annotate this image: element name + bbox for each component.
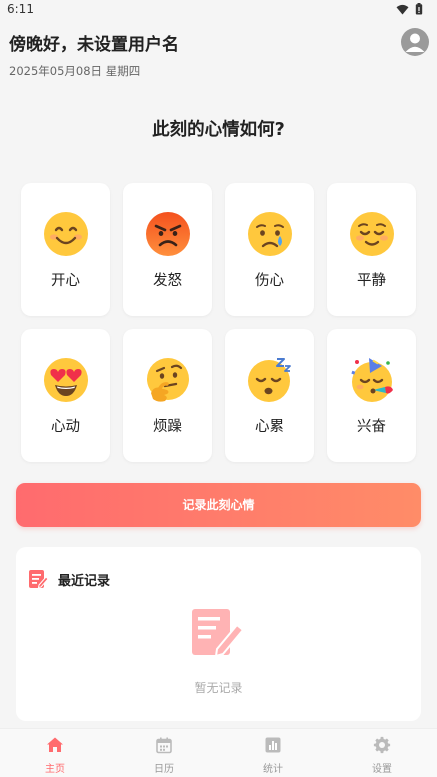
smiling-face-icon	[44, 212, 88, 256]
mood-card-happy[interactable]: 开心	[21, 183, 110, 316]
mood-label: 平静	[357, 273, 386, 289]
mood-card-excited[interactable]: 兴奋	[327, 329, 416, 462]
mood-question: 此刻的心情如何?	[152, 120, 285, 140]
mood-card-crush[interactable]: 心动	[21, 329, 110, 462]
mood-label: 伤心	[255, 273, 284, 289]
sleepy-face-icon	[248, 358, 291, 402]
mood-card-calm[interactable]: 平静	[327, 183, 416, 316]
mood-label: 兴奋	[357, 419, 386, 435]
user-icon	[405, 33, 425, 52]
party-face-icon	[351, 358, 393, 402]
recent-records-card: 最近记录 暂无记录	[16, 547, 421, 721]
status-icons	[396, 3, 423, 15]
home-icon	[47, 737, 63, 752]
wifi-icon	[396, 4, 409, 14]
mood-label: 心动	[51, 419, 80, 435]
thinking-face-icon	[147, 358, 189, 402]
battery-icon	[415, 3, 423, 15]
mood-label: 心累	[255, 419, 284, 435]
header: 傍晚好，未设置用户名 2025年05月08日 星期四	[9, 28, 429, 84]
empty-records-text: 暂无记录	[194, 681, 243, 695]
greeting-text: 傍晚好，未设置用户名	[9, 35, 179, 55]
bottom-nav: 主页 日历 统计 设置	[0, 728, 437, 777]
mood-label: 开心	[51, 273, 80, 289]
nav-label: 主页	[45, 764, 65, 775]
empty-notes-icon	[192, 609, 244, 658]
angry-face-icon	[146, 212, 190, 256]
relieved-face-icon	[350, 212, 394, 256]
nav-item-home[interactable]: 主页	[25, 729, 85, 777]
mood-card-tired[interactable]: 心累	[225, 329, 314, 462]
mood-label: 烦躁	[153, 419, 182, 435]
date-text: 2025年05月08日 星期四	[9, 64, 141, 78]
nav-label: 设置	[372, 764, 392, 775]
gear-icon	[373, 736, 391, 754]
heart-eyes-face-icon	[44, 358, 88, 402]
status-bar: 6:11	[0, 0, 437, 20]
crying-face-icon	[248, 212, 292, 256]
status-time: 6:11	[7, 2, 34, 16]
nav-label: 统计	[263, 764, 283, 775]
nav-item-stats[interactable]: 统计	[243, 729, 303, 777]
nav-item-settings[interactable]: 设置	[352, 729, 412, 777]
nav-label: 日历	[154, 764, 174, 775]
recent-records-title: 最近记录	[58, 574, 111, 589]
notes-icon	[29, 570, 48, 589]
mood-label: 发怒	[153, 273, 182, 289]
mood-card-irritated[interactable]: 烦躁	[123, 329, 212, 462]
avatar[interactable]	[401, 28, 429, 56]
chart-icon	[265, 737, 281, 753]
mood-card-sad[interactable]: 伤心	[225, 183, 314, 316]
calendar-icon	[156, 737, 172, 754]
record-mood-button[interactable]: 记录此刻心情	[16, 483, 421, 527]
mood-card-angry[interactable]: 发怒	[123, 183, 212, 316]
nav-item-calendar[interactable]: 日历	[134, 729, 194, 777]
